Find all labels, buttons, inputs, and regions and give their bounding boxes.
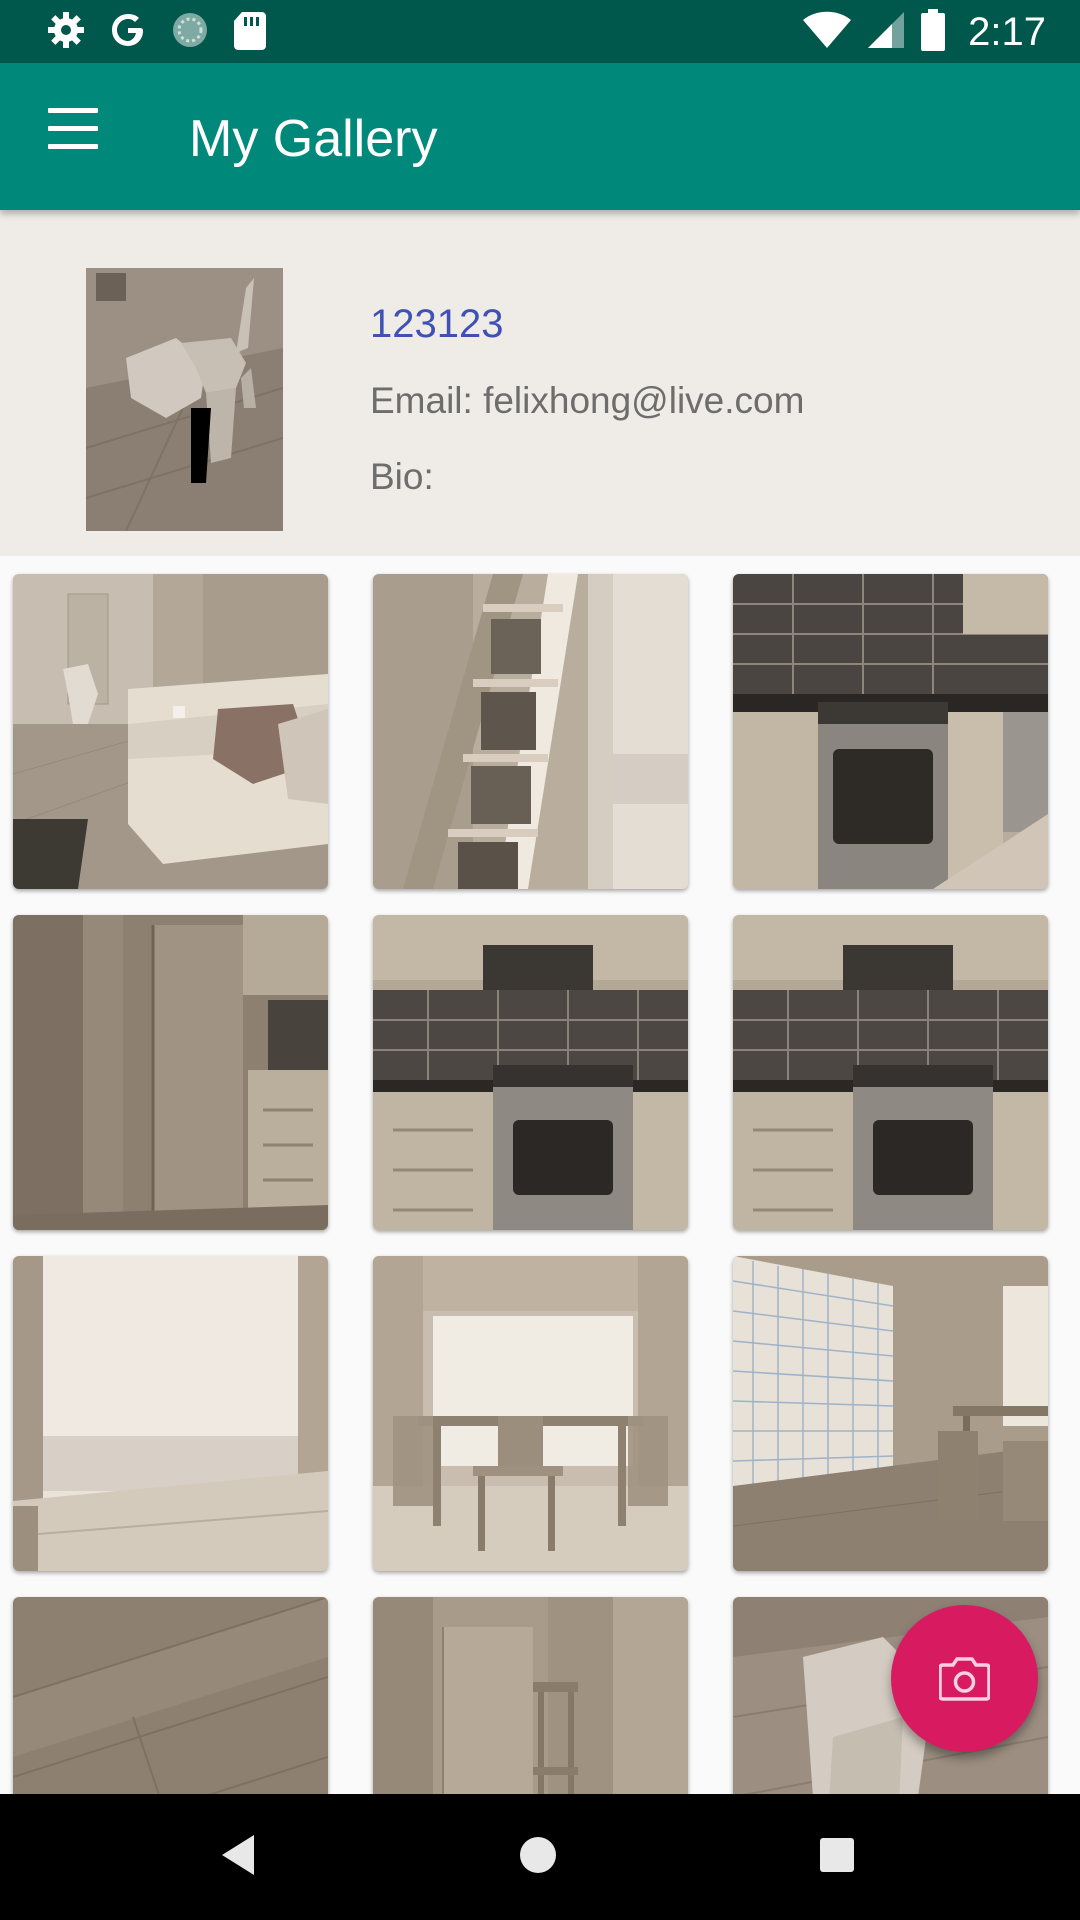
recents-icon[interactable] — [818, 1832, 868, 1882]
wifi-icon — [802, 10, 852, 55]
profile-name: 123123 — [370, 302, 504, 346]
sync-icon — [170, 10, 210, 55]
photo-tile-bookshelf[interactable] — [373, 574, 688, 889]
photo-tile-hallway-door[interactable] — [13, 915, 328, 1230]
status-bar: 2:17 — [0, 0, 1080, 63]
status-clock: 2:17 — [968, 9, 1046, 54]
back-icon[interactable] — [218, 1832, 268, 1882]
photo-tile-window-blind[interactable] — [13, 1256, 328, 1571]
profile-email: Email: felixhong@live.com — [370, 380, 805, 421]
screen: 2:17 My Gallery 123123 Email: felixhong@… — [0, 0, 1080, 1920]
photo-tile-dining-table[interactable] — [373, 1256, 688, 1571]
photo-tile-living-room[interactable] — [13, 574, 328, 889]
photo-tile-window-grid[interactable] — [733, 1256, 1048, 1571]
photo-tile-entry-door[interactable] — [373, 1597, 688, 1794]
camera-icon — [939, 1657, 990, 1701]
photo-tile-kitchen-stove-1[interactable] — [373, 915, 688, 1230]
photo-tile-kitchen-oven[interactable] — [733, 574, 1048, 889]
photo-grid — [0, 556, 1080, 1794]
cell-signal-icon — [866, 10, 906, 55]
profile-avatar[interactable] — [86, 268, 283, 531]
profile-header: 123123 Email: felixhong@live.com Bio: — [0, 210, 1080, 556]
app-bar: My Gallery — [0, 63, 1080, 210]
navigation-bar — [0, 1794, 1080, 1920]
hamburger-menu-icon[interactable] — [40, 108, 100, 158]
home-icon[interactable] — [515, 1832, 565, 1882]
photo-tile-wood-floor[interactable] — [13, 1597, 328, 1794]
photo-tile-kitchen-stove-2[interactable] — [733, 915, 1048, 1230]
battery-icon — [920, 8, 946, 56]
google-icon — [108, 10, 148, 55]
camera-fab-button[interactable] — [891, 1605, 1038, 1752]
profile-bio: Bio: — [370, 456, 434, 497]
sd-card-icon — [232, 10, 268, 55]
settings-icon — [46, 10, 86, 55]
app-title: My Gallery — [189, 110, 438, 168]
